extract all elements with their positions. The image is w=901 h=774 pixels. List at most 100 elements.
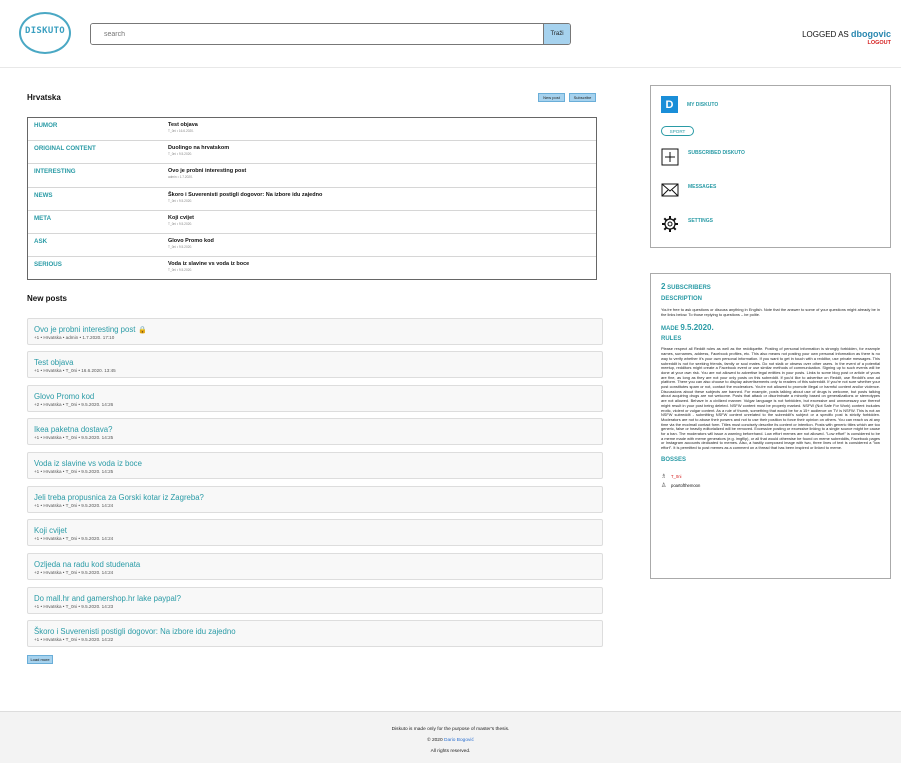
post-card[interactable]: Test objava +1 • Hrvatska • T_0ni • 16.6… [27,351,603,378]
post-title[interactable]: Ozljeda na radu kod studenata [34,560,602,569]
post-card[interactable]: Ovo je probni interesting post 🔒 +1 • Hrv… [27,318,603,345]
post-title[interactable]: Koji cvijet [34,526,602,535]
community-title: Hrvatska [27,93,61,102]
category-post-meta: T_0ni • 9.5.2020. [168,198,193,203]
post-card[interactable]: Ozljeda na radu kod studenata +2 • Hrvat… [27,553,603,580]
gear-icon [662,216,678,232]
category-post-meta: T_0ni • 9.5.2020. [168,221,193,226]
description-text: You're free to ask questions or discuss … [661,307,880,317]
post-card[interactable]: Koji cvijet +1 • Hrvatska • T_0ni • 9.5.… [27,519,603,546]
category-post-meta: T_0ni • 9.5.2020. [168,244,193,249]
author-link[interactable]: Dario Bogović [444,738,474,743]
search-bar: Traži [90,23,571,45]
post-meta: +1 • Hrvatska • T_0ni • 9.5.2020. 14:25 [34,435,114,440]
category-post-meta: admin • 1.7.2020. [168,175,193,180]
made-label: MADE [661,326,679,333]
category-row[interactable]: ASK Glovo Promo kod T_0ni • 9.5.2020. [28,234,596,258]
person-icon: ♗ [661,473,667,480]
user-menu-panel: D MY DISKUTO SPORT SUBSCRIBED DISKUTO ME… [650,85,891,248]
post-card[interactable]: Jeli treba propusnica za Gorski kotar iz… [27,486,603,513]
sport-tag[interactable]: SPORT [661,126,694,136]
subscribers-label: SUBSCRIBERS [667,285,711,291]
subscribe-button[interactable]: Subscribe [569,93,596,102]
settings-label: SETTINGS [688,218,714,224]
diskuto-d-icon: D [661,96,678,113]
category-post-title[interactable]: Glovo Promo kod [168,238,214,244]
search-button[interactable]: Traži [543,24,570,44]
plus-square-icon [661,148,679,166]
subscribers-number: 2 [661,282,666,291]
post-meta: +1 • Hrvatska • T_0ni • 9.5.2020. 14:24 [34,536,114,541]
category-post-title[interactable]: Test objava [168,122,198,128]
category-post-title[interactable]: Ovo je probni interesting post [168,168,246,174]
category-post-title[interactable]: Škoro i Suverenisti postigli dogovor: Na… [168,192,322,198]
category-row[interactable]: META Koji cvijet T_0ni • 9.5.2020. [28,211,596,234]
post-title[interactable]: Jeli treba propusnica za Gorski kotar iz… [34,493,602,502]
post-title[interactable]: Test objava [34,358,602,367]
boss-name[interactable]: T_0ni [671,474,681,479]
post-card[interactable]: Ikea paketna dostava? +1 • Hrvatska • T_… [27,418,603,445]
category-row[interactable]: INTERESTING Ovo je probni interesting po… [28,164,596,188]
category-row[interactable]: NEWS Škoro i Suverenisti postigli dogovo… [28,188,596,211]
lock-icon: 🔒 [138,327,148,334]
made-date-value: 9.5.2020. [680,323,714,333]
category-name[interactable]: HUMOR [28,122,168,129]
logged-as: LOGGED AS dbogovic [802,29,891,39]
copyright-text: © 2020 [427,738,443,743]
post-title[interactable]: Glovo Promo kod [34,392,602,401]
boss-name[interactable]: poartofthemoon [671,483,700,488]
category-post-title[interactable]: Duolingo na hrvatskom [168,145,229,151]
person-icon: ♙ [661,482,667,489]
new-post-button[interactable]: New post [538,93,565,102]
post-card[interactable]: Do mall.hr and gamershop.hr lake paypal?… [27,587,603,614]
category-row[interactable]: ORIGINAL CONTENT Duolingo na hrvatskom T_… [28,141,596,165]
subscribed-diskuto-link[interactable]: SUBSCRIBED DISKUTO [661,148,745,166]
category-row[interactable]: SERIOUS Voda iz slavine vs voda iz boce T… [28,257,596,280]
category-post-meta: T_0ni • 16.6.2020. [168,129,194,133]
rules-heading: RULES [661,336,682,343]
category-name[interactable]: NEWS [28,192,168,199]
footer-note: Diskuto is made only for the purpose of … [391,727,510,732]
messages-link[interactable]: MESSAGES [661,183,716,197]
post-title[interactable]: Voda iz slavine vs voda iz boce [34,459,602,468]
category-post-title[interactable]: Koji cvijet [168,215,194,221]
post-title[interactable]: Ikea paketna dostava? [34,425,602,434]
load-more-button[interactable]: Load more [27,655,53,664]
description-heading: DESCRIPTION [661,296,703,302]
post-meta: +1 • Hrvatska • T_0ni • 9.5.2020. 14:23 [34,604,114,609]
settings-link[interactable]: SETTINGS [661,215,713,233]
category-name[interactable]: SERIOUS [28,261,168,268]
username-link[interactable]: dbogovic [851,29,891,39]
category-post-meta: T_0ni • 9.5.2020. [168,152,193,157]
envelope-icon [661,183,679,197]
boss-item[interactable]: ♙ poartofthemoon [661,482,880,489]
category-name[interactable]: ASK [28,238,168,245]
category-name[interactable]: INTERESTING [28,168,168,175]
post-meta: +1 • Hrvatska • T_0ni • 16.6.2020. 13:45 [34,368,116,373]
new-posts-heading: New posts [27,294,68,303]
rules-text: Please respect all Reddit rules as well … [661,346,880,451]
category-name[interactable]: ORIGINAL CONTENT [28,145,168,152]
my-diskuto-link[interactable]: D MY DISKUTO [661,96,718,113]
post-title[interactable]: Do mall.hr and gamershop.hr lake paypal? [34,594,602,603]
category-row[interactable]: HUMOR Test objava T_0ni • 16.6.2020. [28,118,596,142]
category-post-title[interactable]: Voda iz slavine vs voda iz boce [168,261,249,267]
diskuto-logo[interactable]: DISKUTO [19,12,71,54]
post-card[interactable]: Škoro i Suverenisti postigli dogovor: Na… [27,620,603,647]
subscribed-diskuto-label: SUBSCRIBED DISKUTO [688,150,745,156]
messages-label: MESSAGES [688,184,717,190]
post-meta: +1 • Hrvatska • T_0ni • 9.5.2020. 14:22 [34,637,114,642]
post-card[interactable]: Voda iz slavine vs voda iz boce +1 • Hrv… [27,452,603,479]
logged-as-label: LOGGED AS [802,30,849,39]
search-input[interactable] [91,24,543,44]
my-diskuto-label: MY DISKUTO [687,101,719,108]
post-title[interactable]: Škoro i Suverenisti postigli dogovor: Na… [34,627,602,636]
logout-link[interactable]: LOGOUT [867,40,891,46]
footer-rights: All rights reserved. [430,749,471,754]
post-meta: +2 • Hrvatska • T_0ni • 9.5.2020. 14:24 [34,570,114,575]
footer: Diskuto is made only for the purpose of … [0,711,901,763]
post-title[interactable]: Ovo je probni interesting post [34,325,135,334]
post-card[interactable]: Glovo Promo kod +2 • Hrvatska • T_0ni • … [27,385,603,412]
boss-item[interactable]: ♗ T_0ni [661,473,880,480]
category-name[interactable]: META [28,215,168,222]
